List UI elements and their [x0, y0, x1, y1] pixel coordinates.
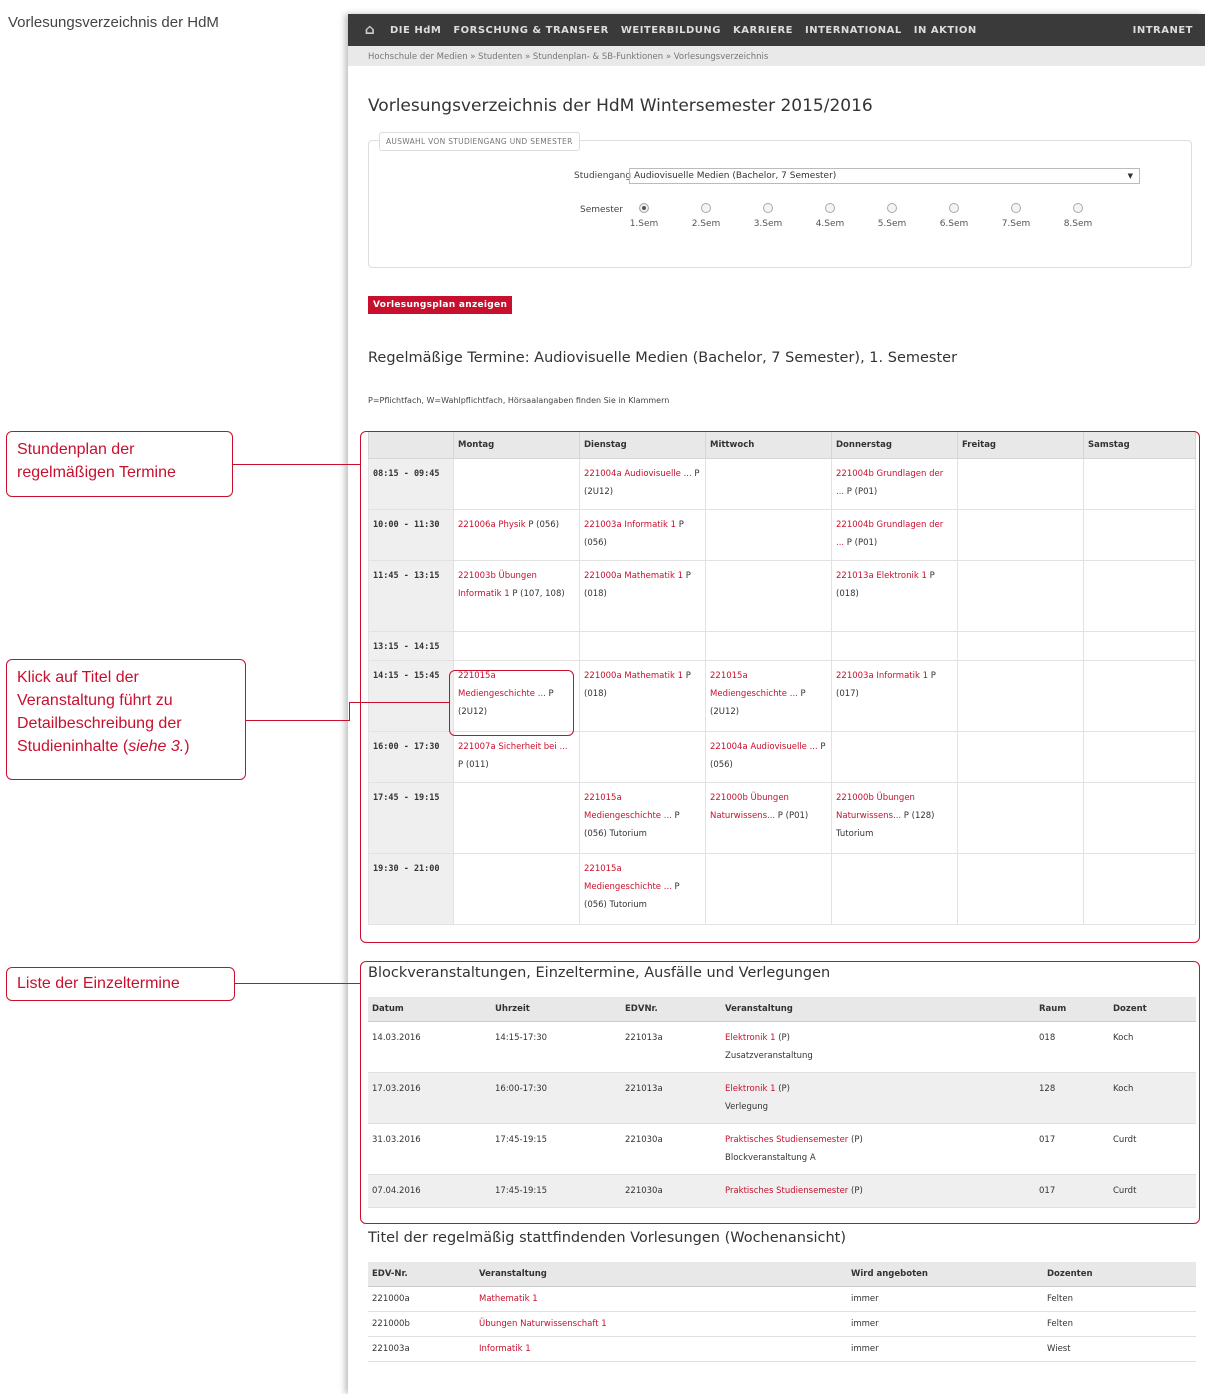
semester-radio[interactable]	[639, 203, 649, 213]
semester-radio[interactable]	[1011, 203, 1021, 213]
callout-stundenplan: Stundenplan der regelmäßigen Termine	[6, 431, 233, 497]
nav-item-in-aktion[interactable]: IN AKTION	[908, 25, 983, 36]
callout-liste: Liste der Einzeltermine	[6, 967, 235, 1001]
semester-option-label: 8.Sem	[1063, 219, 1093, 229]
semester-option-label: 3.Sem	[753, 219, 783, 229]
legend-note: P=Pflichtfach, W=Wahlpflichtfach, Hörsaa…	[368, 396, 670, 405]
course-link[interactable]: Mathematik 1	[475, 1286, 847, 1312]
table-row: 221003a Informatik 1 immer Wiest	[368, 1336, 1196, 1362]
course-link[interactable]: Informatik 1	[475, 1336, 847, 1362]
callout-klick-end: )	[184, 738, 190, 755]
nav-item-weiterbildung[interactable]: WEITERBILDUNG	[615, 25, 727, 36]
nav-item-hdm[interactable]: DIE HdM	[384, 25, 447, 36]
semester-option[interactable]: 4.Sem	[805, 203, 855, 229]
edv-cell: 221000b	[368, 1311, 475, 1337]
callout-liste-line	[235, 983, 360, 984]
semester-option[interactable]: 1.Sem	[619, 203, 669, 229]
show-plan-button[interactable]: Vorlesungsplan anzeigen	[368, 296, 513, 314]
semester-option[interactable]: 8.Sem	[1053, 203, 1103, 229]
semester-option[interactable]: 6.Sem	[929, 203, 979, 229]
table-row: 221000a Mathematik 1 immer Felten	[368, 1286, 1196, 1312]
semester-radio[interactable]	[1073, 203, 1083, 213]
studiengang-label: Studiengang	[574, 171, 632, 181]
dozent-cell: Wiest	[1043, 1336, 1196, 1362]
semester-option[interactable]: 3.Sem	[743, 203, 793, 229]
semester-option-label: 2.Sem	[691, 219, 721, 229]
studiengang-value: Audiovisuelle Medien (Bachelor, 7 Semest…	[634, 171, 837, 181]
semester-option[interactable]: 2.Sem	[681, 203, 731, 229]
semester-radio[interactable]	[949, 203, 959, 213]
angebot-cell: immer	[847, 1286, 1043, 1312]
semester-label: Semester	[580, 205, 624, 215]
nav-item-intranet[interactable]: INTRANET	[1127, 25, 1205, 36]
semester-option[interactable]: 5.Sem	[867, 203, 917, 229]
dropdown-arrow-icon: ▼	[1127, 172, 1133, 180]
col-dozenten: Dozenten	[1043, 1262, 1196, 1287]
semester-option-label: 1.Sem	[629, 219, 659, 229]
selection-fieldset: AUSWAHL VON STUDIENGANG UND SEMESTER Stu…	[368, 132, 1192, 268]
block-list-highlight	[360, 961, 1200, 1224]
semester-radio[interactable]	[763, 203, 773, 213]
nav-item-forschung[interactable]: FORSCHUNG & TRANSFER	[447, 25, 615, 36]
dozent-cell: Felten	[1043, 1286, 1196, 1312]
top-navigation: ⌂ DIE HdM FORSCHUNG & TRANSFER WEITERBIL…	[348, 14, 1205, 46]
dozent-cell: Felten	[1043, 1311, 1196, 1337]
titles-heading: Titel der regelmäßig stattfindenden Vorl…	[368, 1230, 847, 1246]
breadcrumb[interactable]: Hochschule der Medien » Studenten » Stun…	[348, 46, 1205, 66]
course-link[interactable]: Übungen Naturwissenschaft 1	[475, 1311, 847, 1337]
studiengang-select[interactable]: Audiovisuelle Medien (Bachelor, 7 Semest…	[629, 168, 1140, 184]
nav-item-karriere[interactable]: KARRIERE	[727, 25, 799, 36]
semester-option-label: 4.Sem	[815, 219, 845, 229]
semester-radio[interactable]	[887, 203, 897, 213]
regular-heading: Regelmäßige Termine: Audiovisuelle Medie…	[368, 350, 958, 366]
page-title: Vorlesungsverzeichnis der HdM Winterseme…	[368, 96, 873, 116]
home-icon[interactable]: ⌂	[356, 22, 384, 38]
semester-option[interactable]: 7.Sem	[991, 203, 1041, 229]
callout-klick-line2	[349, 702, 449, 703]
col-angebot: Wird angeboten	[847, 1262, 1043, 1287]
callout-stundenplan-line	[233, 464, 360, 465]
titles-header-row: EDV-Nr. Veranstaltung Wird angeboten Doz…	[368, 1262, 1196, 1287]
semester-option-label: 7.Sem	[1001, 219, 1031, 229]
table-row: 221000b Übungen Naturwissenschaft 1 immer F…	[368, 1311, 1196, 1337]
angebot-cell: immer	[847, 1311, 1043, 1337]
callout-klick: Klick auf Titel der Veranstaltung führt …	[6, 659, 246, 780]
callout-klick-line	[246, 720, 349, 721]
semester-radio[interactable]	[701, 203, 711, 213]
semester-option-label: 5.Sem	[877, 219, 907, 229]
angebot-cell: immer	[847, 1336, 1043, 1362]
titles-table: EDV-Nr. Veranstaltung Wird angeboten Doz…	[368, 1262, 1196, 1362]
callout-klick-ref: siehe 3.	[128, 738, 185, 755]
col-veranstaltung: Veranstaltung	[475, 1262, 847, 1287]
edv-cell: 221003a	[368, 1336, 475, 1362]
edv-cell: 221000a	[368, 1286, 475, 1312]
selection-legend: AUSWAHL VON STUDIENGANG UND SEMESTER	[379, 132, 580, 151]
semester-option-label: 6.Sem	[939, 219, 969, 229]
semester-radio[interactable]	[825, 203, 835, 213]
cell-highlight	[449, 670, 574, 736]
callout-klick-connector	[349, 702, 350, 721]
document-title: Vorlesungsverzeichnis der HdM	[8, 14, 219, 31]
col-edv: EDV-Nr.	[368, 1262, 475, 1287]
nav-item-international[interactable]: INTERNATIONAL	[799, 25, 908, 36]
